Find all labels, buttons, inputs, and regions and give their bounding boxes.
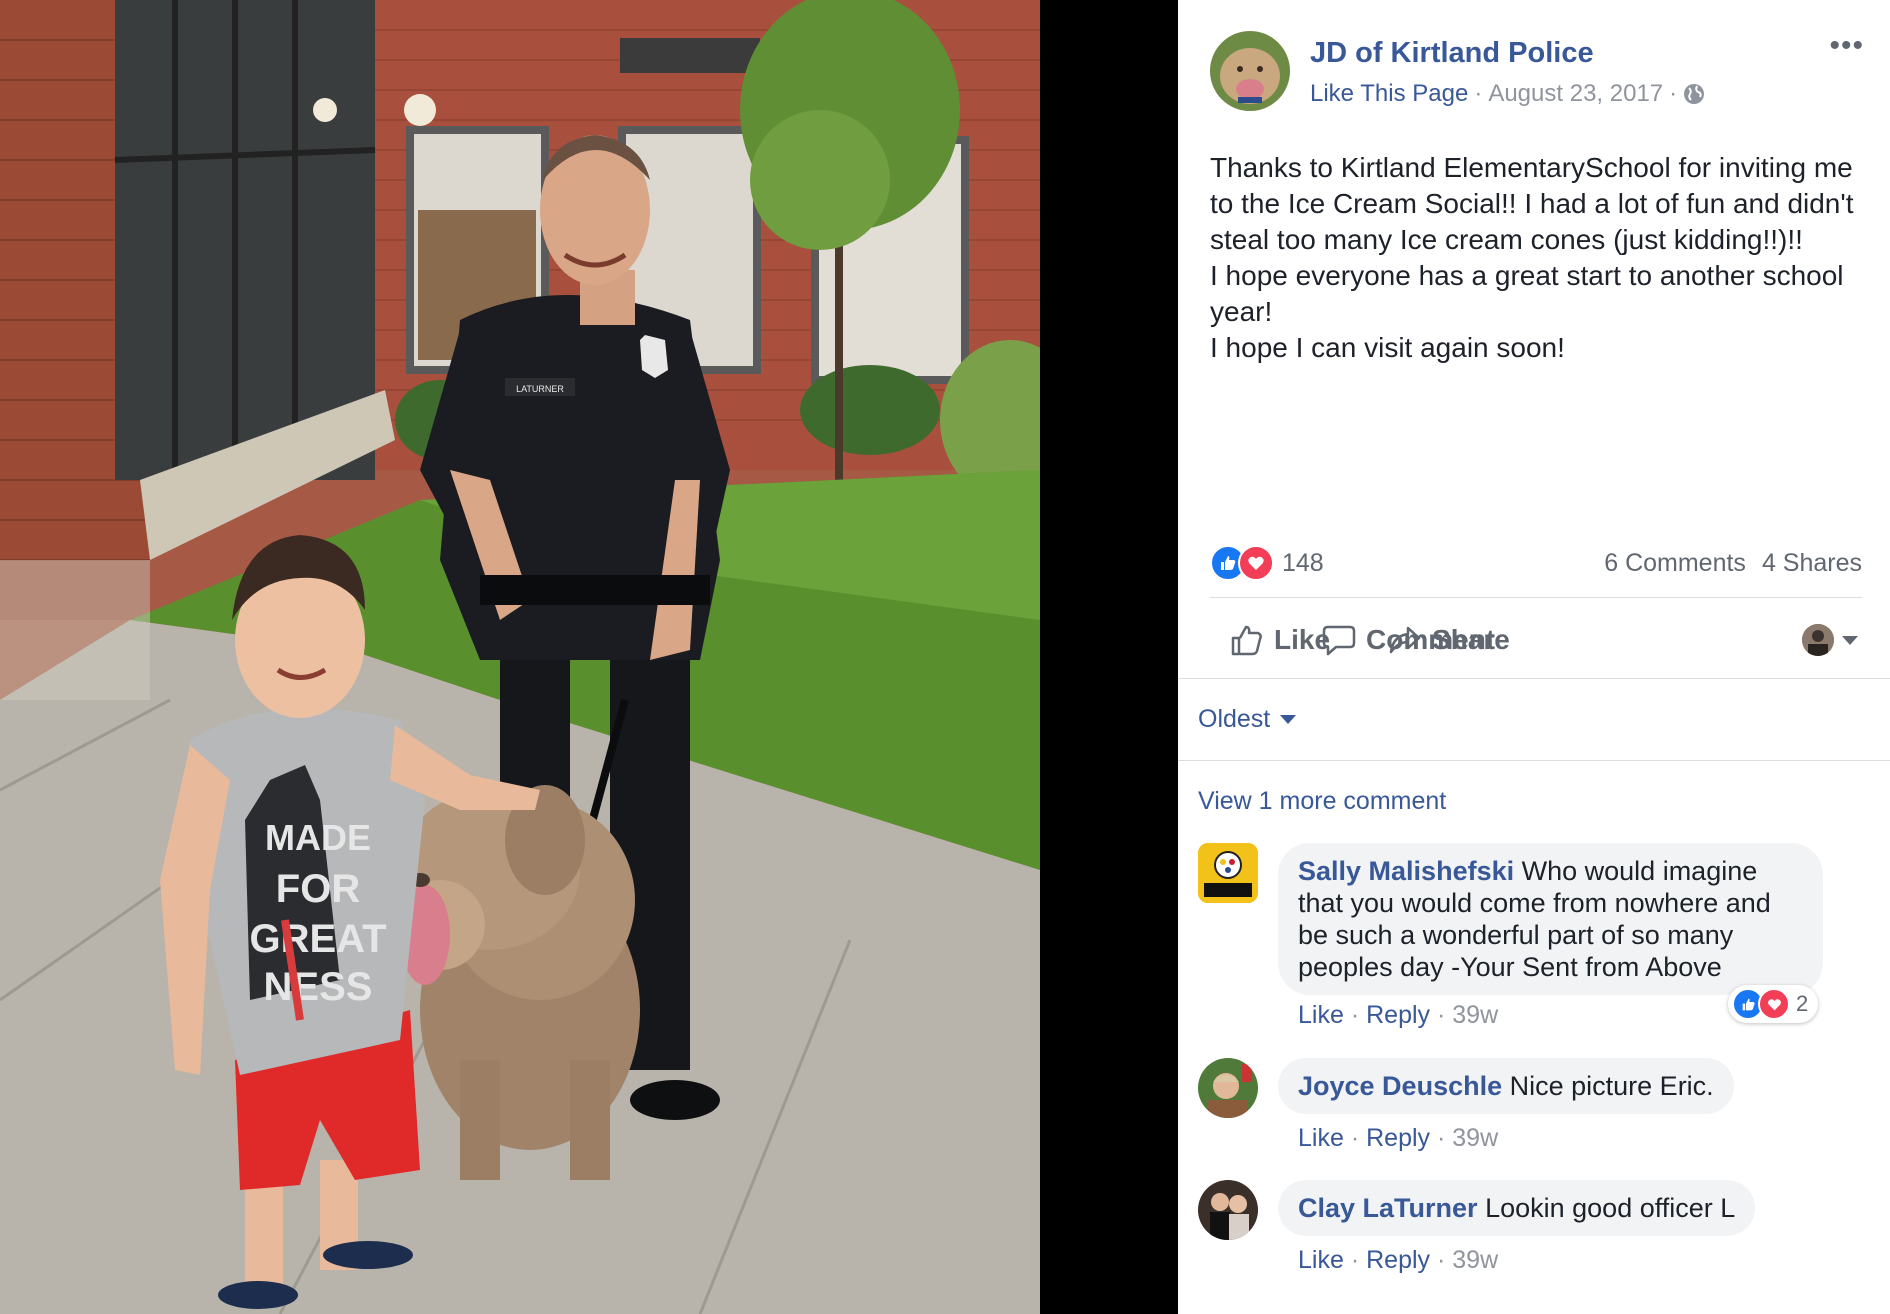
comment-meta: Like · Reply · 39w (1298, 1001, 1498, 1030)
more-options-icon[interactable]: ••• (1829, 31, 1864, 61)
commenter-name-link[interactable]: Joyce Deuschle (1298, 1071, 1502, 1101)
post-actions: Like Comment Share (1210, 612, 1870, 668)
reaction-icons[interactable] (1210, 545, 1274, 581)
comment-like-link[interactable]: Like (1298, 1246, 1344, 1274)
comment-meta: Like · Reply · 39w (1298, 1246, 1498, 1275)
divider (1178, 678, 1890, 679)
comment-item: Sally Malishefski Who would imagine that… (1198, 843, 1878, 1043)
comment-as-selector[interactable] (1802, 624, 1858, 656)
commenter-avatar[interactable] (1198, 1058, 1258, 1118)
comment-button[interactable]: Comment (1322, 623, 1495, 657)
comment-age[interactable]: 39w (1452, 1246, 1498, 1274)
comment-bubble: Sally Malishefski Who would imagine that… (1278, 843, 1823, 995)
comment-button-label: Comment (1366, 624, 1496, 655)
comment-icon (1322, 625, 1356, 656)
meta-separator: · (1436, 1246, 1446, 1274)
meta-separator: · (1350, 1001, 1360, 1029)
post-text: Thanks to Kirtland ElementarySchool for … (1210, 150, 1870, 366)
shirt-text-line-2: FOR (276, 867, 361, 911)
comment-reactions[interactable]: 2 (1728, 985, 1819, 1023)
post-date[interactable]: August 23, 2017 (1488, 80, 1663, 108)
like-page-link[interactable]: Like This Page (1310, 80, 1468, 108)
meta-separator: · (1436, 1001, 1446, 1029)
post-text-line: I hope everyone has a great start to ano… (1210, 260, 1844, 327)
reaction-count[interactable]: 148 (1282, 549, 1324, 578)
reactions-summary: 148 6 Comments 4 Shares (1210, 545, 1862, 581)
comment-like-link[interactable]: Like (1298, 1124, 1344, 1152)
comment-item: Clay LaTurner Lookin good officer L Like… (1198, 1180, 1878, 1290)
shirt-text-line-1: MADE (265, 817, 371, 858)
user-avatar (1802, 624, 1834, 656)
comment-sort-dropdown[interactable]: Oldest (1198, 705, 1297, 734)
post-panel: JD of Kirtland Police Like This Page · A… (1178, 0, 1890, 1314)
comment-age[interactable]: 39w (1452, 1124, 1498, 1152)
meta-separator-2: · (1669, 80, 1678, 107)
post-text-line: Thanks to Kirtland ElementarySchool for … (1210, 152, 1854, 255)
comment-age[interactable]: 39w (1452, 1001, 1498, 1029)
love-reaction-icon (1758, 988, 1790, 1020)
like-button[interactable]: Like (1230, 623, 1330, 657)
comments-count-link[interactable]: 6 Comments (1604, 549, 1746, 578)
photo-viewer: LATURNER MADE FOR GREAT NESS (0, 0, 1178, 1314)
view-more-comments-link[interactable]: View 1 more comment (1198, 787, 1446, 816)
meta-separator: · (1350, 1246, 1360, 1274)
commenter-name-link[interactable]: Clay LaTurner (1298, 1193, 1478, 1223)
page-name-link[interactable]: JD of Kirtland Police (1310, 37, 1594, 70)
comment-reaction-count: 2 (1796, 991, 1809, 1016)
thumbs-up-icon (1231, 625, 1262, 656)
chevron-down-icon (1842, 635, 1858, 645)
comment-reply-link[interactable]: Reply (1366, 1001, 1430, 1029)
commenter-name-link[interactable]: Sally Malishefski (1298, 856, 1514, 886)
divider (1178, 760, 1890, 761)
comment-reply-link[interactable]: Reply (1366, 1246, 1430, 1274)
comment-bubble: Joyce Deuschle Nice picture Eric. (1278, 1058, 1734, 1114)
officer-name-tag: LATURNER (516, 384, 564, 394)
comment-text: Lookin good officer L (1485, 1193, 1736, 1223)
divider (1210, 597, 1862, 598)
meta-separator: · (1474, 80, 1483, 107)
meta-separator: · (1350, 1124, 1360, 1152)
commenter-avatar[interactable] (1198, 1180, 1258, 1240)
comment-like-link[interactable]: Like (1298, 1001, 1344, 1029)
comment-meta: Like · Reply · 39w (1298, 1124, 1498, 1153)
love-reaction-icon (1238, 545, 1274, 581)
page-avatar[interactable] (1210, 31, 1290, 111)
post-meta: Like This Page · August 23, 2017 · (1310, 80, 1705, 108)
globe-icon[interactable] (1683, 83, 1705, 105)
shirt-text-line-3: GREAT (249, 917, 386, 961)
comment-item: Joyce Deuschle Nice picture Eric. Like ·… (1198, 1058, 1878, 1168)
commenter-avatar[interactable] (1198, 843, 1258, 903)
comment-sort-label: Oldest (1198, 705, 1271, 733)
comment-bubble: Clay LaTurner Lookin good officer L (1278, 1180, 1756, 1236)
post-text-line: I hope I can visit again soon! (1210, 332, 1565, 363)
comment-text: Nice picture Eric. (1509, 1071, 1714, 1101)
shirt-text-line-4: NESS (264, 965, 373, 1009)
meta-separator: · (1436, 1124, 1446, 1152)
shares-count-link[interactable]: 4 Shares (1762, 549, 1862, 578)
comment-reply-link[interactable]: Reply (1366, 1124, 1430, 1152)
post-photo[interactable]: LATURNER MADE FOR GREAT NESS (0, 0, 1040, 1314)
chevron-down-icon (1280, 715, 1297, 724)
